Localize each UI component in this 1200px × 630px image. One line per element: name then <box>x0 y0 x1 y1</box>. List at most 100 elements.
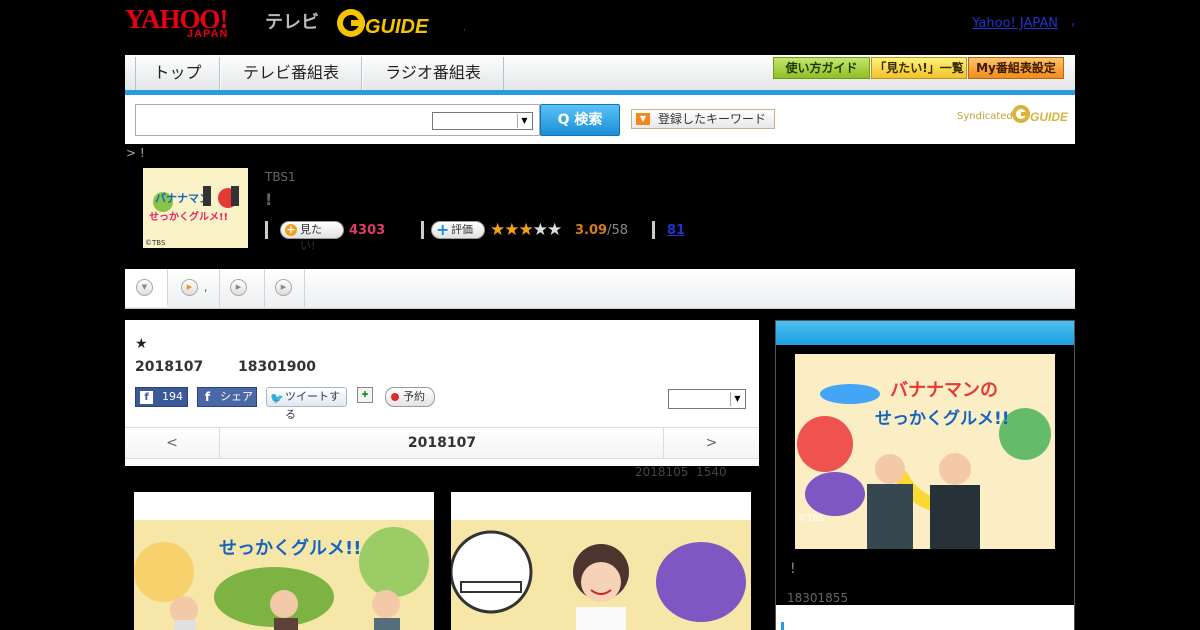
facebook-icon: f <box>140 391 153 404</box>
search-category-select[interactable]: ▼ <box>432 112 533 130</box>
facebook-icon: f <box>204 390 211 404</box>
subtab-4[interactable]: ▶ <box>265 269 305 307</box>
facebook-like-count: 194 <box>162 390 183 403</box>
program-thumbnail-image: バナナマン せっかくグルメ!! ©TBS <box>143 168 248 248</box>
share-label: シェア <box>220 390 253 403</box>
side-panel-footer <box>776 605 1074 630</box>
program-photo-1-image: せっかくグルメ!! <box>134 492 434 630</box>
broadcast-date: 2018107 <box>135 359 204 375</box>
star-empty-icon: ★ <box>547 220 562 240</box>
header-link-separator: , <box>1070 14 1075 29</box>
divider <box>652 221 655 239</box>
star-icon: ★ <box>504 220 519 240</box>
breadcrumb: > ! <box>126 146 145 160</box>
channel-name: TBS1 <box>265 170 296 184</box>
tv-logo-text[interactable]: テレビ <box>265 8 319 34</box>
svg-text:せっかくグルメ!!: せっかくグルメ!! <box>149 210 228 223</box>
mitai-count: 4303 <box>349 223 386 238</box>
side-panel-title: ! <box>790 561 796 577</box>
detail-select[interactable]: ▼ <box>668 389 746 409</box>
rating-score-value: 3.09 <box>575 223 608 238</box>
page: YAHOO! JAPAN テレビ GUIDE , Yahoo! JAPAN , … <box>125 0 1075 630</box>
nav-tab-tv-schedule[interactable]: テレビ番組表 <box>220 57 362 90</box>
rating-score: 3.09/58 <box>575 223 628 238</box>
reserve-label: 予約 <box>403 390 425 403</box>
program-photo-1[interactable]: せっかくグルメ!! <box>134 492 434 630</box>
add-bookmark-icon[interactable]: ✚ <box>357 387 373 403</box>
side-panel-time: 18301855 <box>787 591 849 605</box>
chevron-down-icon: ▼ <box>136 279 153 296</box>
pager-prev-button[interactable]: < <box>125 428 220 458</box>
date-pager: < 2018107 > <box>125 427 759 459</box>
program-title: ! <box>265 190 273 209</box>
syndicated-logo-text: GUIDE <box>1030 110 1068 124</box>
star-icon: ★ <box>518 220 534 240</box>
subtab-2[interactable]: ▶ , <box>168 269 220 307</box>
side-program-image-art: バナナマンの せっかくグルメ!! ©TBS <box>795 354 1055 549</box>
divider <box>265 221 268 239</box>
program-photo-2[interactable] <box>451 492 751 630</box>
subtab-1[interactable]: ▼ <box>125 269 168 307</box>
svg-text:バナナマン: バナナマン <box>155 192 210 205</box>
tweet-label: ツイートする <box>285 390 340 421</box>
rate-button[interactable]: + 評価 <box>431 221 485 239</box>
program-thumbnail[interactable]: バナナマン せっかくグルメ!! ©TBS <box>143 168 248 248</box>
my-schedule-settings-button[interactable]: My番組表設定 <box>968 57 1064 79</box>
program-subtabs: ▼ ▶ , ▶ ▶ <box>125 269 1075 309</box>
site-header: YAHOO! JAPAN テレビ GUIDE , Yahoo! JAPAN , <box>125 0 1075 55</box>
play-icon: ▶ <box>230 279 247 296</box>
side-panel-header <box>776 321 1074 345</box>
update-timestamp: 2018105 1540 <box>635 465 727 479</box>
svg-text:せっかくグルメ!!: せっかくグルメ!! <box>875 408 1010 429</box>
chevron-down-icon: ▼ <box>517 114 531 128</box>
side-program-image[interactable]: バナナマンの せっかくグルメ!! ©TBS <box>795 354 1055 549</box>
syndicated-gguide-logo: GUIDE <box>1012 105 1068 124</box>
thumbnail-copyright: ©TBS <box>145 239 166 247</box>
gguide-logo[interactable]: GUIDE <box>335 7 431 39</box>
broadcast-time: 18301900 <box>238 359 316 375</box>
program-photo-2-image <box>451 492 751 630</box>
dropdown-arrow-icon: ▼ <box>636 113 650 125</box>
mitai-button[interactable]: + 見たい! <box>280 221 344 252</box>
syndicated-label: Syndicated <box>957 111 1013 122</box>
update-time: 1540 <box>696 465 727 479</box>
gguide-logo-text: GUIDE <box>365 16 429 38</box>
rating-score-count: /58 <box>607 223 628 238</box>
twitter-icon: 🐦 <box>270 392 284 405</box>
divider <box>421 221 424 239</box>
update-date: 2018105 <box>635 465 689 479</box>
subtab-2-label: , <box>204 281 208 294</box>
review-count-link[interactable]: 81 <box>667 223 685 238</box>
registered-keywords-label: 登録したキーワード <box>658 112 767 126</box>
play-icon: ▶ <box>181 279 198 296</box>
search-bar: ▼ Q 検索 ▼ 登録したキーワード Syndicated GUIDE <box>125 95 1075 144</box>
mitai-list-button[interactable]: 「見たい!」一覧 <box>871 57 967 79</box>
side-panel: バナナマンの せっかくグルメ!! ©TBS ! 18301855 <box>775 320 1075 630</box>
facebook-like-button[interactable]: f 194 <box>135 387 188 407</box>
nav-tab-radio-schedule[interactable]: ラジオ番組表 <box>362 57 504 90</box>
accent-bar <box>781 622 784 630</box>
nav-tab-top[interactable]: トップ <box>135 57 220 90</box>
tweet-button[interactable]: 🐦 ツイートする <box>266 387 347 421</box>
side-image-copyright: ©TBS <box>798 514 825 524</box>
star-icon: ★ <box>490 220 505 240</box>
reserve-button[interactable]: 予約 <box>385 387 435 407</box>
yahoo-japan-link[interactable]: Yahoo! JAPAN <box>972 16 1058 31</box>
pager-current-date: 2018107 <box>407 435 477 451</box>
chevron-down-icon: ▼ <box>730 392 744 406</box>
program-actions: + 見たい! 4303 + 評価 ★★★★★ 3.09/58 81 <box>265 220 865 252</box>
subtab-3[interactable]: ▶ <box>220 269 265 307</box>
broadcast-detail-panel: ★ 2018107 18301900 f 194 f シェア 🐦 ツイートする … <box>125 320 759 466</box>
rating-stars: ★★★★★ <box>490 220 562 240</box>
pager-next-button[interactable]: > <box>663 428 759 458</box>
rate-label: 評価 <box>451 223 473 236</box>
main-nav: トップ テレビ番組表 ラジオ番組表 使い方ガイド 「見たい!」一覧 My番組表設… <box>125 55 1075 95</box>
usage-guide-button[interactable]: 使い方ガイド <box>773 57 870 79</box>
search-button[interactable]: Q 検索 <box>540 104 620 136</box>
record-dot-icon <box>391 393 399 401</box>
facebook-share-button[interactable]: f シェア <box>197 387 257 407</box>
registered-keywords-button[interactable]: ▼ 登録したキーワード <box>631 109 775 129</box>
mitai-label: 見たい! <box>300 223 322 252</box>
header-dot: , <box>463 22 467 33</box>
star-empty-icon: ★ <box>532 220 548 240</box>
